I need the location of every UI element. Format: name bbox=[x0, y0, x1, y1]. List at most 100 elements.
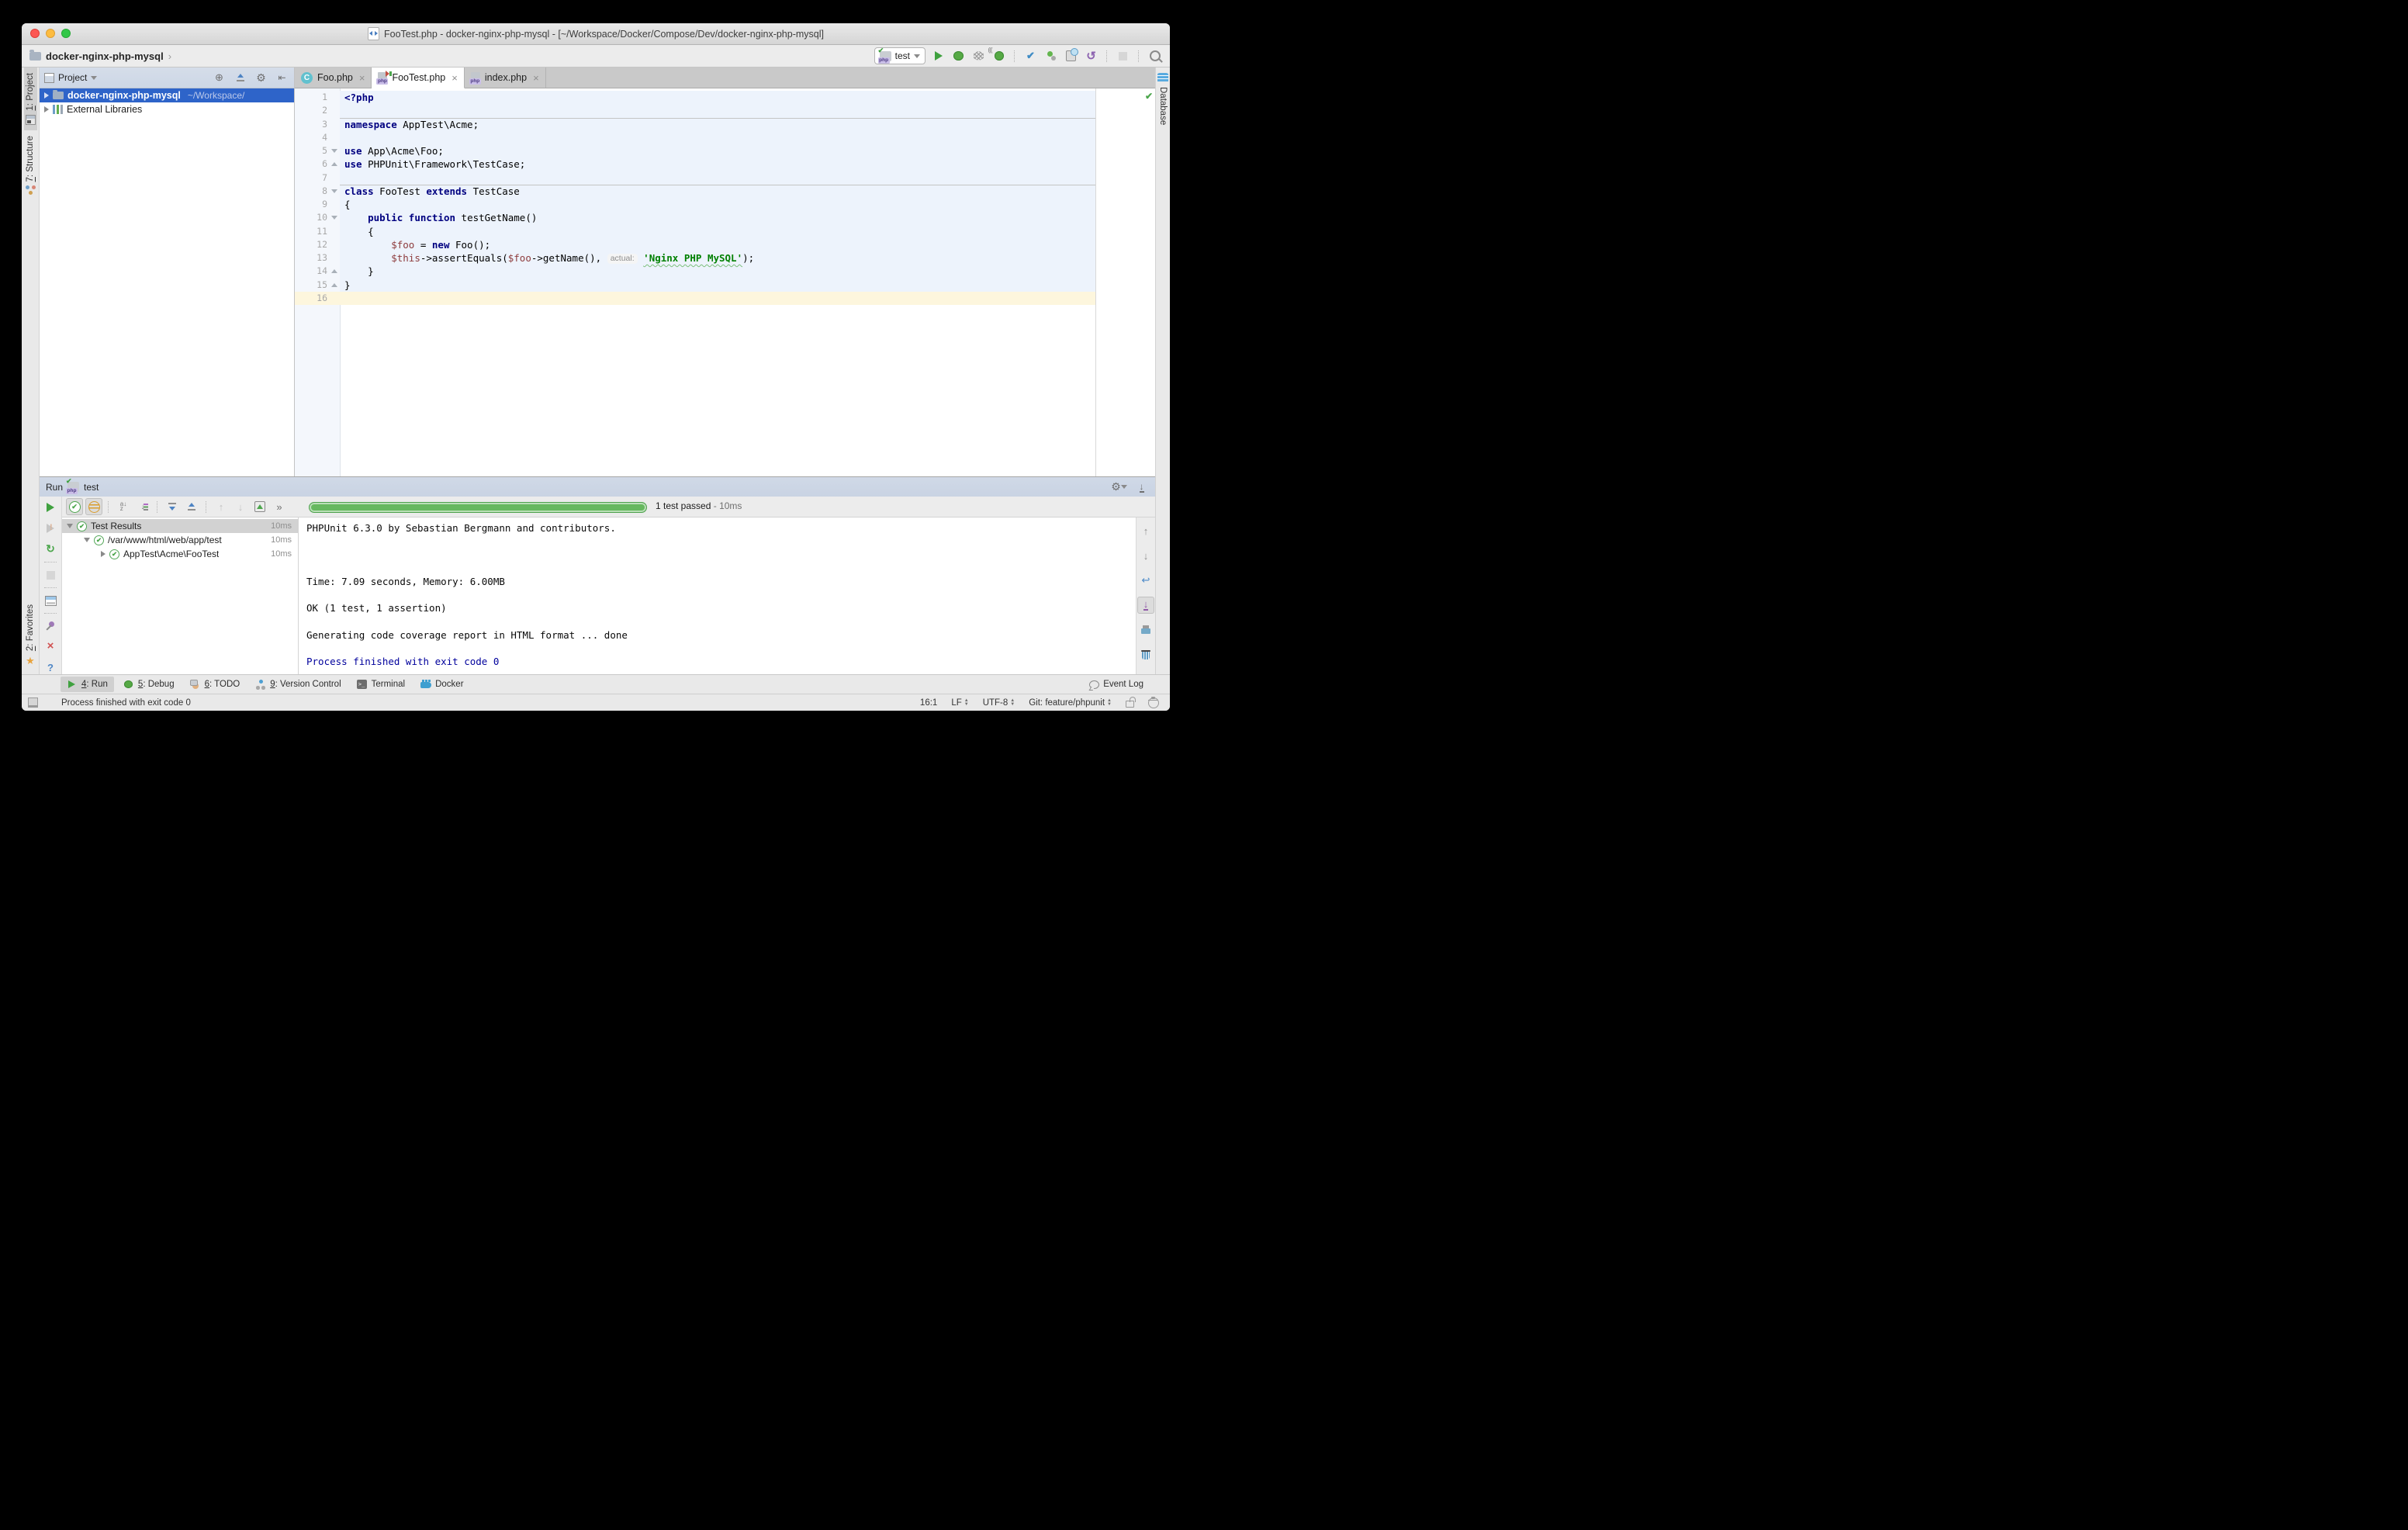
git-branch-selector[interactable]: Git: feature/phpunit ▲▼ bbox=[1029, 698, 1112, 708]
caret-position[interactable]: 16:1 bbox=[920, 698, 937, 708]
tool-window-button-5-debug[interactable]: 5: Debug bbox=[117, 677, 181, 692]
tool-window-button-terminal[interactable]: Terminal bbox=[351, 677, 411, 692]
rerun-icon bbox=[47, 503, 54, 512]
sort-by-duration-button[interactable] bbox=[134, 498, 151, 515]
tool-window-button-9-version-control[interactable]: 9: Version Control bbox=[249, 677, 347, 692]
run-with-coverage-button[interactable] bbox=[971, 49, 986, 64]
tool-stripe-database[interactable]: Database bbox=[1156, 68, 1170, 130]
test-tree-row-var-www-html-web-app-test[interactable]: /var/www/html/web/app/test10ms bbox=[62, 533, 298, 547]
highlighting-level-icon[interactable] bbox=[1148, 698, 1159, 708]
pin-tab-button[interactable] bbox=[42, 619, 59, 633]
inspections-ok-icon[interactable]: ✔ bbox=[1145, 91, 1153, 102]
close-button[interactable] bbox=[42, 640, 59, 654]
settings-button[interactable] bbox=[254, 71, 268, 85]
console-output[interactable]: PHPUnit 6.3.0 by Sebastian Bergmann and … bbox=[299, 518, 1136, 674]
readonly-lock-icon[interactable] bbox=[1126, 701, 1134, 708]
line-number: 10 bbox=[295, 211, 340, 224]
scroll-down-button[interactable] bbox=[1137, 547, 1154, 564]
update-project-button[interactable] bbox=[1023, 49, 1038, 64]
show-ignored-button[interactable] bbox=[85, 498, 102, 515]
separator bbox=[44, 587, 57, 588]
run-settings-button[interactable] bbox=[1112, 479, 1126, 494]
sort-alphabetically-button[interactable] bbox=[115, 498, 132, 515]
close-tab-icon[interactable]: × bbox=[533, 72, 539, 84]
console-line: OK (1 test, 1 assertion) bbox=[306, 601, 1136, 614]
scroll-to-end-button[interactable] bbox=[1137, 597, 1154, 614]
fold-marker-icon[interactable] bbox=[331, 269, 337, 273]
next-failed-test-button[interactable] bbox=[232, 498, 249, 515]
import-test-results-button[interactable] bbox=[251, 498, 268, 515]
scroll-up-button[interactable] bbox=[1137, 522, 1154, 539]
stop-icon bbox=[47, 571, 55, 580]
tool-window-button-event-log[interactable]: Event Log bbox=[1082, 677, 1150, 692]
expanded-toggle-icon[interactable] bbox=[67, 524, 73, 528]
show-passed-button[interactable] bbox=[66, 498, 83, 515]
hide-run-panel-button[interactable] bbox=[1134, 479, 1149, 494]
tab-footest-php[interactable]: FooTest.php× bbox=[372, 68, 464, 88]
locate-button[interactable] bbox=[212, 71, 227, 85]
previous-failed-test-button[interactable] bbox=[213, 498, 230, 515]
tool-window-button-label: Docker bbox=[435, 680, 463, 689]
encoding-selector[interactable]: UTF-8 ▲▼ bbox=[983, 698, 1015, 708]
search-everywhere-button[interactable] bbox=[1147, 49, 1162, 64]
help-button[interactable] bbox=[42, 660, 59, 674]
collapsed-toggle-icon[interactable] bbox=[44, 106, 49, 112]
hide-panel-button[interactable] bbox=[275, 71, 289, 85]
expanded-toggle-icon[interactable] bbox=[84, 538, 90, 542]
tool-window-button-docker[interactable]: Docker bbox=[414, 677, 469, 692]
expand-all-button[interactable] bbox=[164, 498, 181, 515]
test-node-label: Test Results bbox=[91, 521, 141, 531]
chevron-down-icon bbox=[914, 54, 920, 58]
rollback-button[interactable] bbox=[1084, 49, 1098, 64]
commit-changes-button[interactable] bbox=[1043, 49, 1058, 64]
tool-stripe-7-structure[interactable]: 7: Structure bbox=[24, 130, 37, 201]
project-panel-title[interactable]: Project bbox=[44, 72, 97, 83]
tool-window-switcher-icon[interactable] bbox=[28, 698, 38, 708]
collapsed-toggle-icon[interactable] bbox=[44, 92, 49, 99]
line-number: 7 bbox=[295, 171, 340, 185]
close-tab-icon[interactable]: × bbox=[359, 72, 365, 84]
stop-button[interactable] bbox=[1116, 49, 1130, 64]
code-text: namespace AppTest\Acme; bbox=[340, 118, 1155, 131]
line-separator-selector[interactable]: LF ▲▼ bbox=[951, 698, 968, 708]
tool-window-button-6-todo[interactable]: 6: TODO bbox=[184, 677, 247, 692]
restore-layout-button[interactable] bbox=[42, 594, 59, 608]
project-tree-row-docker-nginx-php-mysql[interactable]: docker-nginx-php-mysql~/Workspace/ bbox=[40, 88, 294, 102]
test-tree-row-apptest-acme-footest[interactable]: AppTest\Acme\FooTest10ms bbox=[62, 547, 298, 561]
tab-index-php[interactable]: index.php× bbox=[465, 68, 546, 88]
local-history-button[interactable] bbox=[1064, 49, 1078, 64]
project-tree-row-external-libraries[interactable]: External Libraries bbox=[40, 102, 294, 116]
collapse-all-button[interactable] bbox=[233, 71, 247, 85]
tool-window-button-4-run[interactable]: 4: Run bbox=[61, 677, 114, 692]
fold-marker-icon[interactable] bbox=[331, 162, 337, 166]
rerun-button[interactable] bbox=[42, 500, 59, 514]
fold-marker-icon[interactable] bbox=[331, 189, 337, 193]
close-tab-icon[interactable]: × bbox=[452, 72, 458, 84]
tool-stripe-1-project[interactable]: 1: Project bbox=[24, 68, 37, 130]
run-panel-header: Run test bbox=[40, 477, 1155, 497]
debug-button[interactable] bbox=[951, 49, 966, 64]
breadcrumb[interactable]: docker-nginx-php-mysql › bbox=[29, 50, 171, 62]
fold-marker-icon[interactable] bbox=[331, 216, 337, 220]
stop-button[interactable] bbox=[42, 568, 59, 582]
print-button[interactable] bbox=[1137, 621, 1154, 639]
run-button[interactable] bbox=[931, 49, 946, 64]
editor-body[interactable]: 1<?php23namespace AppTest\Acme;45use App… bbox=[295, 88, 1155, 476]
rerun-failed-tests-button[interactable] bbox=[42, 521, 59, 535]
fold-marker-icon[interactable] bbox=[331, 283, 337, 287]
run-with-profiler-button[interactable] bbox=[991, 49, 1006, 64]
run-panel-body: 1 test passed - 10ms Test Results10ms/va… bbox=[40, 497, 1155, 674]
fold-marker-icon[interactable] bbox=[331, 149, 337, 153]
tab-foo-php[interactable]: CFoo.php× bbox=[295, 68, 372, 88]
tool-stripe-2-favorites[interactable]: 2: Favorites bbox=[24, 599, 36, 673]
test-tree-row-test-results[interactable]: Test Results10ms bbox=[62, 519, 298, 533]
use-soft-wraps-button[interactable] bbox=[1137, 572, 1154, 589]
clear-all-button[interactable] bbox=[1137, 646, 1154, 663]
run-config-selector[interactable]: test bbox=[874, 47, 925, 64]
more-options-button[interactable] bbox=[271, 498, 288, 515]
tool-stripe-label: 2: Favorites bbox=[26, 604, 35, 651]
collapsed-toggle-icon[interactable] bbox=[101, 551, 106, 557]
toggle-auto-test-button[interactable] bbox=[42, 542, 59, 556]
console-toolbar bbox=[1136, 518, 1155, 674]
collapse-all-button[interactable] bbox=[183, 498, 200, 515]
